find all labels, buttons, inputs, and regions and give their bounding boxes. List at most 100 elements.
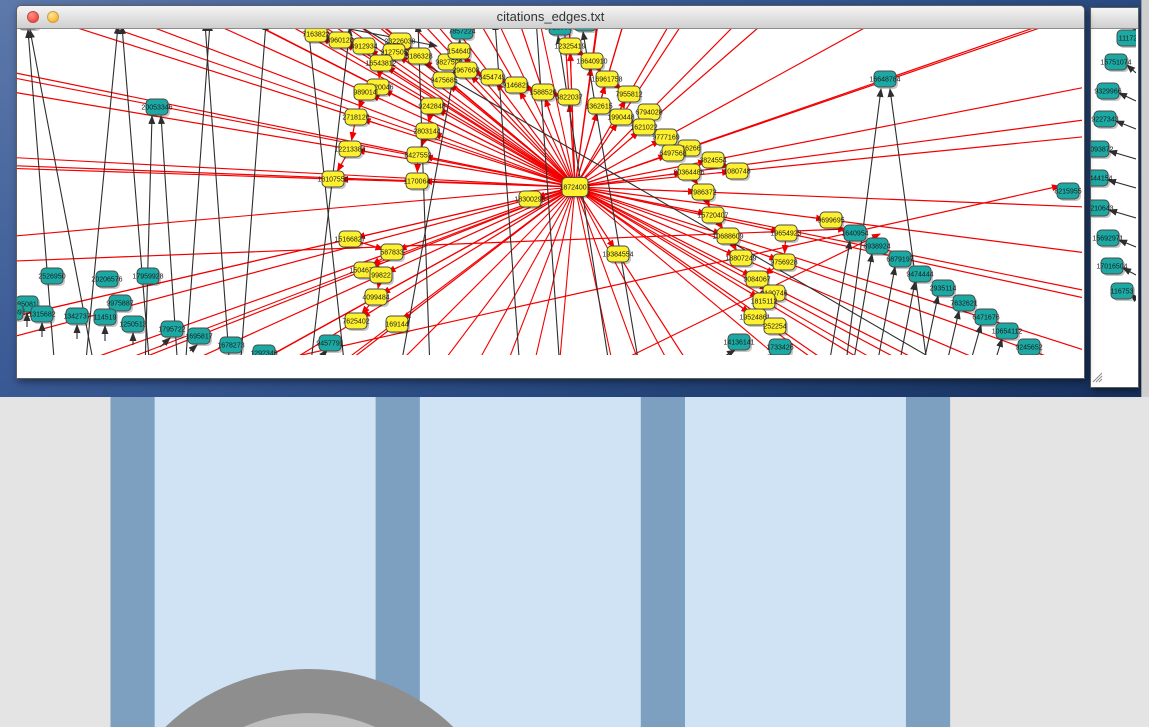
- svg-text:1678273: 1678273: [217, 343, 244, 350]
- background-network-window[interactable]: 11172 15751074 9329966 9227343 12093872 12444…: [1090, 7, 1139, 388]
- svg-text:9329966: 9329966: [1094, 89, 1121, 96]
- svg-text:116753: 116753: [1111, 289, 1134, 296]
- graph-node[interactable]: 7632621: [950, 295, 977, 313]
- graph-node[interactable]: 9699695: [817, 212, 844, 230]
- graph-node[interactable]: 16961758: [591, 71, 622, 89]
- svg-text:20206576: 20206576: [91, 277, 122, 284]
- graph-node[interactable]: 17016504: [1096, 258, 1127, 276]
- graph-node[interactable]: 10688609: [712, 228, 743, 246]
- graph-node[interactable]: 9777169: [652, 129, 679, 147]
- svg-text:9242848: 9242848: [418, 104, 445, 111]
- graph-node[interactable]: 1170064: [404, 173, 431, 191]
- graph-node[interactable]: 1588520: [529, 84, 556, 102]
- network-window[interactable]: citations_edges.txt 14055724206914061095…: [16, 5, 1085, 379]
- graph-node[interactable]: 587833: [380, 244, 405, 262]
- graph-node[interactable]: 15720407: [697, 207, 728, 225]
- graph-node[interactable]: 6471676: [972, 309, 999, 327]
- graph-node[interactable]: 9242848: [418, 98, 445, 116]
- desktop-right-strip: [1141, 0, 1149, 397]
- graph-node[interactable]: 2526950: [38, 268, 65, 286]
- graph-node[interactable]: 16210643: [1091, 200, 1114, 218]
- svg-text:16648784: 16648784: [869, 77, 900, 84]
- graph-node[interactable]: 16648784: [869, 71, 900, 89]
- graph-node[interactable]: 19654923: [770, 225, 801, 243]
- graph-node[interactable]: 12444154: [1091, 170, 1113, 188]
- graph-node[interactable]: 9146821: [502, 77, 529, 95]
- graph-node[interactable]: 18640910: [576, 53, 607, 71]
- graph-node[interactable]: 11172: [1117, 30, 1136, 48]
- graph-node[interactable]: 1678273: [217, 337, 244, 355]
- graph-node[interactable]: 154640: [447, 43, 472, 61]
- graph-node[interactable]: 8912934: [350, 38, 377, 56]
- graph-node[interactable]: 15751074: [1100, 54, 1131, 72]
- graph-node[interactable]: 2967608: [452, 62, 479, 80]
- graph-node[interactable]: 2718126: [342, 109, 369, 127]
- svg-text:16210643: 16210643: [1091, 206, 1114, 213]
- graph-node[interactable]: 1315682: [28, 306, 55, 324]
- network-graph: 1405572420691406109532371527602646616010…: [17, 6, 1082, 355]
- background-network-canvas[interactable]: 11172 15751074 9329966 9227343 12093872 12444…: [1091, 8, 1138, 388]
- graph-node[interactable]: 2803144: [413, 123, 440, 141]
- svg-text:1815112: 1815112: [751, 299, 778, 306]
- graph-node[interactable]: 18107554: [317, 171, 348, 189]
- svg-text:7632621: 7632621: [950, 301, 977, 308]
- network-canvas[interactable]: 1405572420691406109532371527602646616010…: [17, 6, 1084, 360]
- graph-node[interactable]: 7986372: [689, 184, 716, 202]
- graph-node[interactable]: 9457791: [316, 335, 343, 353]
- graph-node[interactable]: 1362615: [585, 98, 612, 116]
- graph-node[interactable]: 15166827: [334, 231, 365, 249]
- graph-node[interactable]: 8427552: [404, 147, 431, 165]
- graph-node[interactable]: 1695817: [185, 328, 212, 346]
- graph-node[interactable]: 1815112: [751, 293, 778, 311]
- graph-node[interactable]: 114519: [94, 309, 118, 327]
- graph-node[interactable]: 3824554: [699, 152, 726, 170]
- graph-node[interactable]: 9227343: [1091, 111, 1118, 129]
- graph-node[interactable]: 1342737: [63, 308, 90, 326]
- graph-node[interactable]: 116753: [1111, 283, 1135, 301]
- graph-node[interactable]: 1795722: [158, 321, 185, 339]
- graph-node[interactable]: 8938924: [863, 238, 890, 256]
- graph-node[interactable]: 252254: [763, 318, 788, 336]
- graph-node[interactable]: 169144: [385, 316, 410, 334]
- svg-text:4099484: 4099484: [362, 295, 389, 302]
- graph-node[interactable]: 4099484: [362, 289, 389, 307]
- graph-node[interactable]: 1292346: [250, 345, 277, 355]
- graph-node[interactable]: 8186328: [405, 48, 432, 66]
- graph-node[interactable]: 8215955: [1054, 183, 1081, 201]
- graph-node[interactable]: 20206576: [91, 271, 122, 289]
- svg-text:7955812: 7955812: [615, 92, 642, 99]
- graph-node[interactable]: 9245652: [1015, 339, 1042, 355]
- graph-node[interactable]: 19384554: [602, 246, 633, 264]
- graph-node[interactable]: 12093872: [1091, 141, 1114, 159]
- graph-node[interactable]: 7625402: [342, 313, 369, 331]
- graph-node[interactable]: 7955812: [615, 86, 642, 104]
- graph-node[interactable]: 9329966: [1094, 83, 1121, 101]
- graph-node[interactable]: 6879197: [886, 251, 913, 269]
- graph-node[interactable]: 989014: [353, 84, 378, 102]
- svg-text:15166827: 15166827: [334, 237, 365, 244]
- graph-node[interactable]: 20364486: [673, 164, 704, 182]
- graph-node[interactable]: 1640954: [841, 225, 868, 243]
- graph-node[interactable]: 12213384: [334, 141, 365, 159]
- resize-grip-icon[interactable]: [1091, 371, 1103, 383]
- window-titlebar[interactable]: citations_edges.txt: [17, 6, 1084, 29]
- svg-text:1640954: 1640954: [841, 231, 868, 238]
- graph-node[interactable]: 9475685: [430, 72, 457, 90]
- graph-node[interactable]: 14136141: [723, 334, 754, 352]
- graph-node[interactable]: 6497568: [659, 145, 686, 163]
- graph-node[interactable]: 1080748: [723, 163, 750, 181]
- svg-text:18107554: 18107554: [317, 177, 348, 184]
- svg-text:3824554: 3824554: [699, 158, 726, 165]
- graph-node[interactable]: 2935114: [930, 280, 957, 298]
- graph-node[interactable]: 1250513: [119, 316, 146, 334]
- graph-node[interactable]: 1733426: [766, 339, 793, 355]
- graph-node[interactable]: 12325419: [554, 38, 585, 56]
- graph-node[interactable]: 6822037: [555, 89, 582, 107]
- graph-node[interactable]: 15692971: [1092, 230, 1123, 248]
- graph-node[interactable]: 9474444: [906, 266, 933, 284]
- graph-node[interactable]: 9756928: [770, 254, 797, 272]
- graph-node[interactable]: 99822: [370, 267, 394, 285]
- svg-text:8938924: 8938924: [863, 244, 890, 251]
- graph-node[interactable]: 18724007: [559, 178, 590, 199]
- graph-node[interactable]: 17959928: [132, 268, 163, 286]
